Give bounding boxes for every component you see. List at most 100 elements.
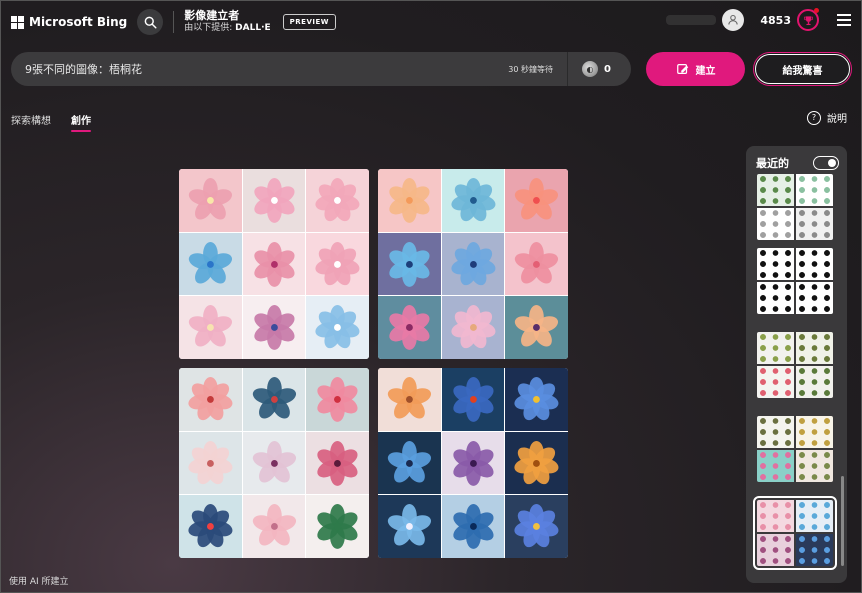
thumbnail-quadrant: [796, 332, 833, 364]
flower-icon: [188, 305, 232, 347]
image-tile: [378, 169, 441, 232]
trophy-icon: [803, 15, 813, 25]
image-tile: [242, 296, 306, 359]
flower-icon: [315, 305, 360, 349]
recent-thumbnail-2[interactable]: [757, 248, 833, 314]
flower-icon: [389, 305, 430, 351]
flower-icon: [188, 241, 232, 284]
user-name-blurred: [666, 15, 717, 25]
thumbnail-quadrant: [757, 174, 794, 206]
thumbnail-quadrant: [757, 450, 794, 482]
image-tile: [441, 296, 505, 359]
generated-image-3[interactable]: [179, 368, 369, 558]
flower-icon: [317, 376, 358, 422]
help-icon: ?: [807, 110, 821, 125]
thumbnail-quadrant: [796, 366, 833, 398]
flower-icon: [317, 504, 358, 550]
image-tile: [441, 431, 505, 495]
create-button[interactable]: 建立: [646, 52, 745, 86]
flower-icon: [188, 177, 232, 220]
generated-image-2[interactable]: [378, 169, 568, 359]
footer-ai-note: 使用 AI 所建立: [9, 577, 69, 587]
thumbnail-quadrant: [757, 500, 794, 532]
recent-thumbnail-1[interactable]: [757, 174, 833, 240]
image-tile: [242, 431, 306, 495]
image-tile: [505, 431, 568, 495]
image-tile: [306, 431, 369, 495]
rewards-points[interactable]: 4853: [760, 14, 791, 27]
image-tile: [179, 495, 242, 558]
thumbnail-quadrant: [796, 450, 833, 482]
bing-logo[interactable]: Microsoft Bing: [11, 15, 127, 29]
subtitle-prefix: 由以下提供:: [184, 23, 233, 33]
search-button[interactable]: [137, 9, 164, 35]
surprise-me-button[interactable]: 給我驚喜: [753, 52, 852, 86]
boost-counter[interactable]: ◐ 0: [568, 61, 631, 77]
flower-icon: [389, 177, 430, 223]
user-icon: [728, 14, 739, 25]
flower-icon: [253, 305, 295, 351]
account-area: 4853: [666, 8, 851, 31]
flower-icon: [514, 504, 559, 548]
flower-icon: [188, 504, 233, 548]
recent-thumbnail-3[interactable]: [757, 332, 833, 398]
help-button[interactable]: ? 說明: [807, 110, 847, 125]
tab-creations[interactable]: 創作: [71, 112, 91, 132]
subtitle-provider: DALL·E: [235, 23, 271, 33]
rewards-button[interactable]: [797, 8, 819, 31]
tab-bar: 探索構想 創作: [11, 112, 91, 132]
image-tile: [505, 232, 568, 296]
image-tile: [378, 431, 441, 495]
image-tile: [441, 232, 505, 296]
help-label: 說明: [827, 114, 847, 125]
thumbnail-quadrant: [757, 416, 794, 448]
image-tile: [179, 169, 242, 232]
recent-thumbnail-5[interactable]: [753, 496, 837, 570]
recent-toggle[interactable]: [813, 156, 839, 170]
flower-icon: [450, 241, 496, 285]
flower-icon: [188, 440, 233, 484]
thumbnail-quadrant: [757, 366, 794, 398]
thumbnail-quadrant: [757, 282, 794, 314]
image-tile: [179, 368, 242, 431]
generated-image-1[interactable]: [179, 169, 369, 359]
recent-panel: 最近的: [746, 146, 847, 583]
thumbnail-quadrant: [796, 208, 833, 240]
generated-image-4[interactable]: [378, 368, 568, 558]
tab-explore[interactable]: 探索構想: [11, 112, 51, 127]
image-tile: [378, 368, 441, 431]
image-tile: [441, 169, 505, 232]
thumbnail-quadrant: [796, 248, 833, 280]
image-tile: [179, 296, 242, 359]
image-tile: [306, 169, 369, 232]
image-tile: [505, 169, 568, 232]
wait-time-label: 30 秒鐘等待: [508, 64, 554, 74]
notification-dot: [814, 8, 819, 13]
flower-icon: [188, 376, 233, 421]
search-icon: [144, 16, 157, 29]
prompt-input[interactable]: 9張不同的圖像：梧桐花: [25, 61, 508, 77]
flower-icon: [315, 177, 360, 222]
prompt-bar: 9張不同的圖像：梧桐花 30 秒鐘等待 ◐ 0: [11, 52, 631, 86]
app-subtitle: 由以下提供: DALL·E: [184, 22, 270, 35]
flower-icon: [450, 177, 496, 222]
recent-thumbnail-4[interactable]: [757, 416, 833, 482]
image-tile: [306, 495, 369, 558]
microsoft-logo-icon: [11, 15, 24, 29]
flower-icon: [387, 376, 431, 419]
image-tile: [505, 296, 568, 359]
flower-icon: [253, 177, 295, 223]
boost-coin-icon: ◐: [582, 61, 599, 77]
avatar[interactable]: [722, 9, 745, 31]
header-divider: [173, 11, 175, 33]
image-tile: [378, 495, 441, 558]
recent-scrollbar[interactable]: [841, 476, 844, 566]
hamburger-menu-icon[interactable]: [837, 11, 851, 29]
flower-icon: [450, 305, 496, 349]
thumbnail-quadrant: [757, 208, 794, 240]
flower-icon: [515, 241, 559, 284]
boost-count: 0: [604, 63, 611, 75]
brand-name: Microsoft Bing: [29, 15, 128, 29]
image-tile: [242, 495, 306, 558]
image-tile: [306, 232, 369, 296]
